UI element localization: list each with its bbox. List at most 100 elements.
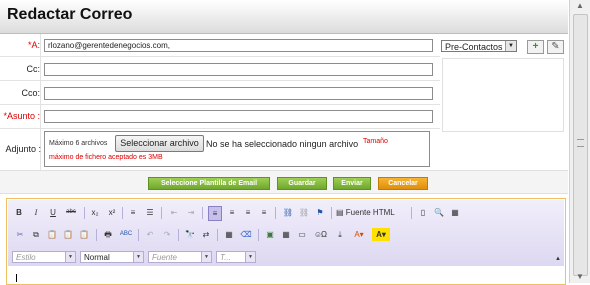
rich-text-editor: B I U abc x₂ x² ≡ ☰ ⇤ ⇥ ≡ ≡ ≡ ≡ ⛓ ⛓ ⚑ ▤ … [6,198,566,285]
toolbar-separator [138,229,139,241]
subject-field[interactable] [44,110,433,123]
align-center-icon[interactable]: ≡ [226,206,238,219]
to-label-text: *A: [27,40,40,50]
chevron-down-icon: ▼ [505,41,516,51]
source-html-label: Fuente HTML [345,208,395,217]
paste-icon[interactable]: 📋 [46,228,58,241]
format-combo-value: Normal [84,253,110,262]
editor-toolbar: B I U abc x₂ x² ≡ ☰ ⇤ ⇥ ≡ ≡ ≡ ≡ ⛓ ⛓ ⚑ ▤ … [8,200,564,266]
action-bar: Seleccione Plantilla de Email Guardar En… [0,170,568,194]
copy-icon[interactable]: ⧉ [30,228,42,241]
format-combo[interactable]: Normal ▼ [80,251,144,263]
row-cc: Cc: [0,56,440,81]
spellcheck-icon[interactable]: ABC [118,228,134,241]
italic-icon[interactable]: I [31,206,41,219]
table-icon[interactable]: ▦ [280,228,292,241]
underline-icon[interactable]: U [48,206,58,219]
undo-icon[interactable]: ↶ [144,228,156,241]
anchor-flag-icon[interactable]: ⚑ [314,206,326,219]
preview-icon[interactable]: 🔍 [433,206,445,219]
toolbar-separator [217,229,218,241]
contacts-list-box[interactable] [442,58,564,132]
template-button[interactable]: Seleccione Plantilla de Email [148,177,270,190]
justify-icon[interactable]: ≡ [258,206,270,219]
contacts-select[interactable]: Pre-Contactos ▼ [441,40,517,52]
bold-icon[interactable]: B [14,206,24,219]
cco-field[interactable] [44,87,433,100]
chevron-down-icon: ▼ [245,252,255,262]
toolbar-separator [161,207,162,219]
header-bar: Redactar Correo [0,0,568,34]
toolbar-separator [258,229,259,241]
toolbar-separator [331,207,332,219]
scrollbar-thumb[interactable] [573,14,588,276]
collapse-toolbar-icon[interactable]: ▲ [554,253,562,266]
chevron-down-icon: ▼ [65,252,75,262]
source-html-button[interactable]: ▤ Fuente HTML [336,206,404,219]
chevron-down-icon: ▼ [201,252,211,262]
to-label: *A: [28,40,40,50]
paste-word-icon[interactable]: 📋 [78,228,90,241]
page-break-icon[interactable]: ⤓ [334,228,346,241]
replace-icon[interactable]: ⇄ [200,228,212,241]
numbered-list-icon[interactable]: ≡ [127,206,139,219]
size-combo-value: T... [220,253,231,262]
vertical-scrollbar[interactable]: ▲ ▼ [569,0,590,283]
size-warning-2: máximo de fichero aceptado es 3MB [49,154,163,161]
subject-label: *Asunto : [3,111,40,121]
paste-text-icon[interactable]: 📋 [62,228,74,241]
cut-icon[interactable]: ✂ [14,228,26,241]
row-subject: *Asunto : [0,104,440,129]
row-to: *A: rlozano@gerentedenegocios.com, [0,34,440,57]
indent-icon[interactable]: ⇥ [185,206,197,219]
toolbar-separator [84,207,85,219]
print-icon[interactable]: 🖶 [102,228,114,241]
horizontal-rule-icon[interactable]: ▭ [296,228,308,241]
size-combo[interactable]: T... ▼ [216,251,256,263]
text-color-icon[interactable]: A▾ [350,228,368,241]
scroll-down-icon[interactable]: ▼ [574,272,586,282]
subject-label-text: *Asunto : [3,111,40,121]
no-file-text: No se ha seleccionado ningun archivo [206,139,359,149]
new-page-icon[interactable]: ▯ [417,206,429,219]
align-left-icon[interactable]: ≡ [208,206,222,221]
send-button[interactable]: Enviar [333,177,371,190]
special-char-icon[interactable]: Ω [318,228,330,241]
find-icon[interactable]: 🔭 [184,228,196,241]
page-title: Redactar Correo [7,6,133,23]
redo-icon[interactable]: ↷ [161,228,173,241]
add-contact-icon[interactable]: + [527,40,544,54]
choose-file-button[interactable]: Seleccionar archivo [115,135,204,152]
edit-contact-icon[interactable]: ✎ [547,40,564,54]
bullet-list-icon[interactable]: ☰ [144,206,156,219]
unlink-icon[interactable]: ⛓ [298,206,310,219]
toolbar-separator [122,207,123,219]
toolbar-separator [411,207,412,219]
eraser-icon[interactable]: ⌫ [240,228,252,241]
font-combo[interactable]: Fuente ▼ [148,251,212,263]
to-field[interactable]: rlozano@gerentedenegocios.com, [44,39,433,52]
cc-field[interactable] [44,63,433,76]
templates-icon[interactable]: ▦ [449,206,461,219]
strikethrough-icon[interactable]: abc [64,206,78,219]
grip-icon [577,139,584,147]
superscript-icon[interactable]: x² [106,206,118,219]
link-icon[interactable]: ⛓ [282,206,294,219]
font-combo-value: Fuente [152,253,177,262]
background-color-icon[interactable]: A▾ [372,228,390,241]
attachment-label: Adjunto : [5,144,41,154]
attachment-box: Máximo 6 archivos Seleccionar archivo No… [44,131,430,167]
cco-label: Cco: [21,88,40,98]
image-icon[interactable]: ▣ [264,228,276,241]
scroll-up-icon[interactable]: ▲ [574,1,586,11]
save-button[interactable]: Guardar [277,177,327,190]
toolbar-separator [96,229,97,241]
subscript-icon[interactable]: x₂ [89,206,101,219]
chevron-down-icon: ▼ [133,252,143,262]
align-right-icon[interactable]: ≡ [242,206,254,219]
cancel-button[interactable]: Cancelar [378,177,428,190]
style-combo[interactable]: Estilo ▼ [12,251,76,263]
select-all-icon[interactable]: ▦ [223,228,235,241]
outdent-icon[interactable]: ⇤ [168,206,180,219]
text-caret [16,274,17,282]
